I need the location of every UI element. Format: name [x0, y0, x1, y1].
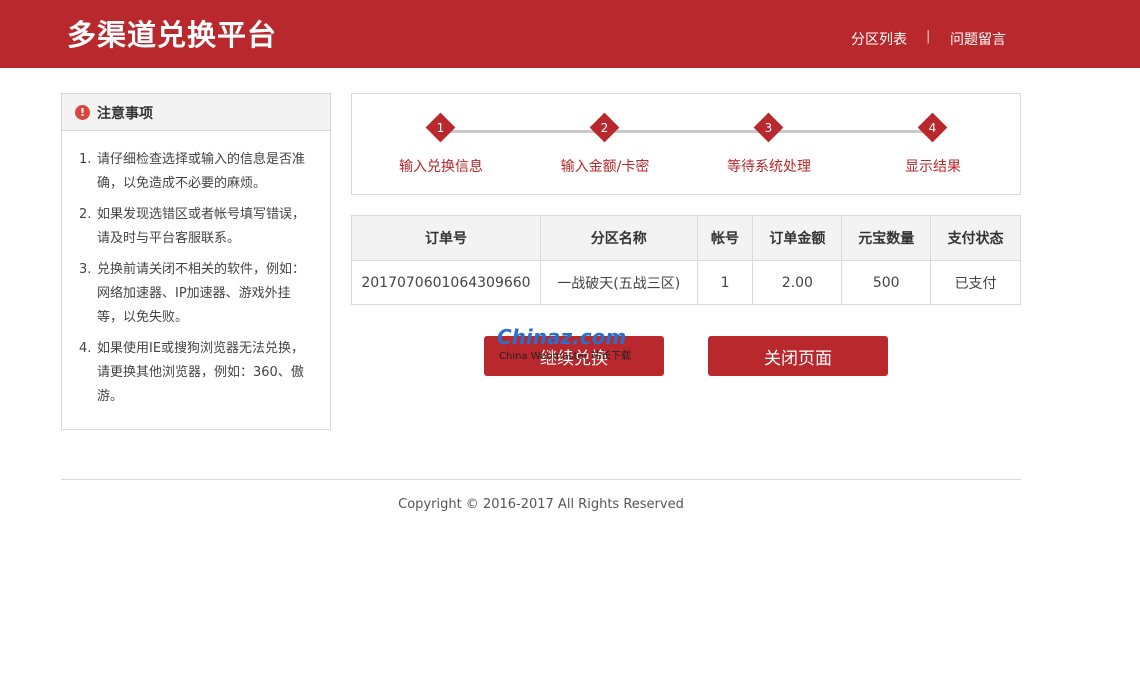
notice-title: 注意事项 — [97, 106, 153, 122]
column-header-ingot-qty: 元宝数量 — [841, 215, 932, 261]
cell-amount: 2.00 — [752, 260, 843, 305]
notice-item-text: 如果发现选错区或者帐号填写错误，请及时与平台客服联系。 — [97, 207, 306, 246]
notice-list: 1. 请仔细检查选择或输入的信息是否准确，以免造成不必要的麻烦。 2. 如果发现选错… — [79, 148, 311, 416]
watermark-sub-text: China Webmaster 站长下载 — [499, 351, 631, 362]
alert-icon: ! — [75, 105, 90, 120]
watermark-logo: Chinaz.com China Webmaster 站长下载 — [497, 325, 647, 365]
step-label: 输入金额/卡密 — [560, 159, 650, 175]
step-label: 显示结果 — [905, 159, 961, 175]
notice-item: 2. 如果发现选错区或者帐号填写错误，请及时与平台客服联系。 — [79, 203, 311, 251]
nav-zone-list-link[interactable]: 分区列表 — [851, 32, 907, 48]
notice-item-text: 请仔细检查选择或输入的信息是否准确，以免造成不必要的麻烦。 — [97, 152, 306, 191]
column-header-amount: 订单金额 — [752, 215, 843, 261]
notice-item: 1. 请仔细检查选择或输入的信息是否准确，以免造成不必要的麻烦。 — [79, 148, 311, 196]
watermark-main-text: Chinaz.com — [497, 325, 627, 349]
close-page-button[interactable]: 关闭页面 — [708, 336, 888, 376]
step-2: 2 输入金额/卡密 — [530, 94, 680, 194]
nav-feedback[interactable]: 问题留言 — [950, 29, 1006, 49]
step-number: 2 — [600, 121, 609, 135]
copyright-text: Copyright © 2016-2017 All Rights Reserve… — [398, 497, 684, 512]
footer-divider — [61, 479, 1021, 480]
notice-panel: ! 注意事项 1. 请仔细检查选择或输入的信息是否准确，以免造成不必要的麻烦。 2… — [61, 93, 331, 430]
step-3: 3 等待系统处理 — [694, 94, 844, 194]
table-header-row: 订单号 分区名称 帐号 订单金额 元宝数量 支付状态 — [351, 215, 1021, 261]
cell-pay-status: 已支付 — [930, 260, 1021, 305]
cell-account: 1 — [696, 260, 754, 305]
notice-item-text: 兑换前请关闭不相关的软件，例如：网络加速器、IP加速器、游戏外挂等，以免失败。 — [97, 262, 306, 325]
step-4: 4 显示结果 — [858, 94, 1008, 194]
step-1: 1 输入兑换信息 — [366, 94, 516, 194]
step-number: 1 — [436, 121, 445, 135]
step-number: 4 — [928, 121, 937, 135]
progress-steps: 1 输入兑换信息 2 输入金额/卡密 3 等待系统处理 4 显示结果 — [351, 93, 1021, 195]
notice-header: ! 注意事项 — [62, 94, 330, 131]
column-header-account: 帐号 — [696, 215, 754, 261]
notice-item-number: 1. — [79, 152, 92, 167]
order-table: 订单号 分区名称 帐号 订单金额 元宝数量 支付状态 2017070601064… — [351, 215, 1021, 305]
column-header-pay-status: 支付状态 — [930, 215, 1021, 261]
nav-separator: | — [926, 29, 931, 44]
notice-item-number: 3. — [79, 262, 92, 277]
column-header-zone-name: 分区名称 — [539, 215, 698, 261]
notice-item-number: 4. — [79, 341, 92, 356]
nav-zone-list[interactable]: 分区列表 — [851, 29, 907, 49]
step-number: 3 — [764, 121, 773, 135]
cell-ingot-qty: 500 — [841, 260, 932, 305]
cell-zone-name: 一战破天(五战三区) — [539, 260, 698, 305]
top-header: 多渠道兑换平台 分区列表 | 问题留言 — [0, 0, 1140, 68]
step-label: 等待系统处理 — [727, 159, 811, 175]
notice-item: 4. 如果使用IE或搜狗浏览器无法兑换，请更换其他浏览器，例如：360、傲游。 — [79, 337, 311, 409]
notice-item: 3. 兑换前请关闭不相关的软件，例如：网络加速器、IP加速器、游戏外挂等，以免失败… — [79, 258, 311, 330]
step-label: 输入兑换信息 — [399, 159, 483, 175]
notice-item-text: 如果使用IE或搜狗浏览器无法兑换，请更换其他浏览器，例如：360、傲游。 — [97, 341, 305, 404]
nav-feedback-link[interactable]: 问题留言 — [950, 32, 1006, 48]
notice-item-number: 2. — [79, 207, 92, 222]
cell-order-no: 2017070601064309660 — [351, 260, 541, 305]
column-header-order-no: 订单号 — [351, 215, 541, 261]
table-row: 2017070601064309660 一战破天(五战三区) 1 2.00 50… — [351, 260, 1021, 305]
site-logo[interactable]: 多渠道兑换平台 — [67, 12, 277, 54]
